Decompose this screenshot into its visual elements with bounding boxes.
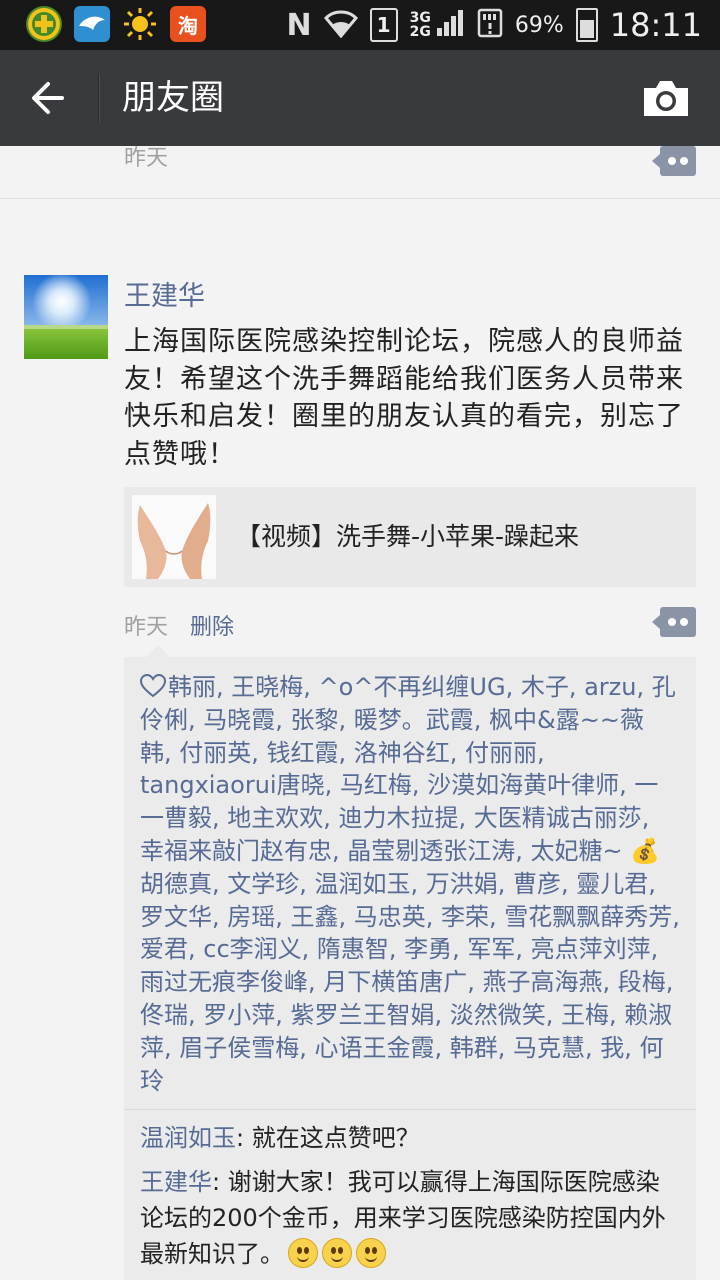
more-dots-icon xyxy=(660,607,696,637)
previous-post-footer: 昨天 xyxy=(0,146,720,199)
sdcard-warning-icon xyxy=(477,8,503,42)
moments-feed[interactable]: 昨天 王建华 上海国际医院感染控制论坛，院感人的良师益友！希望这个洗手舞蹈能给我… xyxy=(0,146,720,1280)
comment-item[interactable]: 王建华: 谢谢大家！我可以赢得上海国际医院感染论坛的200个金币，用来学习医院感… xyxy=(140,1164,680,1272)
battery-percent: 69% xyxy=(514,12,564,38)
title-divider xyxy=(98,74,99,122)
camera-button[interactable] xyxy=(642,78,690,118)
smiley-emoji-icon xyxy=(288,1238,318,1269)
clock: 18:11 xyxy=(609,6,702,44)
commenter-name[interactable]: 温润如玉 xyxy=(140,1124,236,1152)
sun-icon xyxy=(122,6,158,42)
link-title: 【视频】洗手舞-小苹果-躁起来 xyxy=(236,522,580,551)
status-indicators: N 1 3G 2G 69% 18:11 xyxy=(287,0,702,50)
back-button[interactable] xyxy=(22,74,74,122)
smiley-emoji-icon xyxy=(322,1238,352,1269)
wifi-icon xyxy=(323,8,358,42)
signal-icon xyxy=(435,8,465,42)
page-title: 朋友圈 xyxy=(122,78,224,118)
app-plus-icon xyxy=(26,6,62,42)
comment-options-button[interactable] xyxy=(652,146,696,176)
avatar[interactable] xyxy=(24,275,108,359)
post-time: 昨天 xyxy=(124,615,169,640)
comment-text: 就在这点赞吧？ xyxy=(251,1124,420,1153)
shared-video-link[interactable]: 【视频】洗手舞-小苹果-躁起来 xyxy=(124,487,696,587)
bird-app-icon xyxy=(74,6,110,42)
post-text: 上海国际医院感染控制论坛，院感人的良师益友！希望这个洗手舞蹈能给我们医务人员带来… xyxy=(124,326,684,470)
link-thumbnail xyxy=(132,495,216,579)
more-dots-icon xyxy=(660,146,696,176)
comment-item[interactable]: 温润如玉: 就在这点赞吧？ xyxy=(140,1120,680,1156)
back-arrow-icon xyxy=(32,82,64,114)
sim-card-icon: 1 xyxy=(369,8,398,42)
likes-comments-panel: 韩丽, 王晓梅, ^o^不再纠缠UG, 木子, arzu, 孔伶俐, 马晓霞, … xyxy=(124,644,696,1280)
hands-image xyxy=(132,495,216,579)
smiley-emoji-icon xyxy=(356,1238,386,1269)
delete-button[interactable]: 删除 xyxy=(190,609,234,641)
status-bar: 淘 N 1 3G 2G 69% 18:11 xyxy=(0,0,720,50)
likes-list: 韩丽, 王晓梅, ^o^不再纠缠UG, 木子, arzu, 孔伶俐, 马晓霞, … xyxy=(124,657,696,1111)
likers-names[interactable]: 韩丽, 王晓梅, ^o^不再纠缠UG, 木子, arzu, 孔伶俐, 马晓霞, … xyxy=(140,673,676,865)
post-author[interactable]: 王建华 xyxy=(124,279,205,315)
network-type: 3G 2G xyxy=(409,10,431,40)
avatar-landscape-image xyxy=(24,275,108,359)
post-time: 昨天 xyxy=(124,146,169,171)
comment-options-button[interactable] xyxy=(652,607,696,637)
title-bar: 朋友圈 xyxy=(0,50,720,146)
taobao-icon: 淘 xyxy=(170,6,206,42)
battery-icon xyxy=(575,8,598,42)
comment-list: 温润如玉: 就在这点赞吧？ 王建华: 谢谢大家！我可以赢得上海国际医院感染论坛的… xyxy=(124,1110,696,1272)
commenter-name[interactable]: 王建华 xyxy=(140,1168,212,1196)
post-meta: 昨天 删除 xyxy=(124,607,696,647)
money-bag-icon: 💰 xyxy=(630,836,661,865)
likers-names-continued[interactable]: 胡德真, 文学珍, 温润如玉, 万洪娟, 曹彦, 靈儿君, 罗文华, 房瑶, 王… xyxy=(140,870,680,1095)
heart-icon xyxy=(140,674,166,698)
camera-icon xyxy=(644,81,688,116)
nfc-icon: N xyxy=(286,7,312,43)
